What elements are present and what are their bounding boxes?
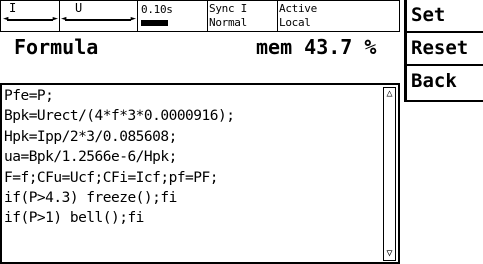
code-line[interactable]: Pfe=P; bbox=[4, 86, 382, 106]
cycle-time-bar bbox=[141, 20, 168, 26]
code-line[interactable]: if(P>1) bell();fi bbox=[4, 208, 382, 228]
sync-mode-cell: Sync I Normal bbox=[207, 1, 278, 31]
voltage-range-indicator: U ◄ ► bbox=[59, 1, 138, 31]
set-button[interactable]: Set bbox=[404, 0, 483, 33]
cycle-time-value: 0.10s bbox=[141, 3, 173, 16]
scroll-down-icon[interactable]: ▽ bbox=[384, 248, 395, 260]
voltage-label: U bbox=[75, 1, 83, 15]
range-track bbox=[7, 19, 53, 21]
vertical-scrollbar[interactable]: △ ▽ bbox=[383, 87, 396, 261]
code-line[interactable]: Bpk=Urect/(4*f*3*0.0000916); bbox=[4, 106, 382, 126]
cycle-time-cell: 0.10s bbox=[137, 1, 208, 31]
state-active: Active bbox=[279, 2, 317, 15]
range-track bbox=[65, 19, 131, 21]
arrow-right-icon: ► bbox=[130, 14, 136, 24]
arrow-right-icon: ► bbox=[52, 14, 58, 24]
code-line[interactable]: ua=Bpk/1.2566e-6/Hpk; bbox=[4, 147, 382, 167]
code-line[interactable]: if(P>4.3) freeze();fi bbox=[4, 188, 382, 208]
memory-usage: mem 43.7 % bbox=[256, 35, 377, 59]
reset-button[interactable]: Reset bbox=[404, 33, 483, 66]
code-line[interactable]: F=f;CFu=Ucf;CFi=Icf;pf=PF; bbox=[4, 168, 382, 188]
current-range-indicator: I ◄ ► bbox=[1, 1, 60, 31]
sync-mode: Normal bbox=[209, 16, 247, 29]
formula-text-area[interactable]: Pfe=P; Bpk=Urect/(4*f*3*0.0000916); Hpk=… bbox=[4, 86, 382, 262]
formula-editor[interactable]: Pfe=P; Bpk=Urect/(4*f*3*0.0000916); Hpk=… bbox=[0, 83, 400, 264]
sync-source: Sync I bbox=[209, 2, 247, 15]
scroll-up-icon[interactable]: △ bbox=[384, 88, 395, 100]
status-bar: I ◄ ► U ◄ ► 0.10s Sync I Normal Active L… bbox=[0, 0, 400, 32]
page-title: Formula bbox=[14, 35, 99, 59]
current-label: I bbox=[9, 1, 17, 15]
control-state-cell: Active Local bbox=[277, 1, 399, 31]
state-local: Local bbox=[279, 16, 311, 29]
code-line[interactable]: Hpk=Ipp/2*3/0.085608; bbox=[4, 127, 382, 147]
back-button[interactable]: Back bbox=[404, 66, 483, 102]
